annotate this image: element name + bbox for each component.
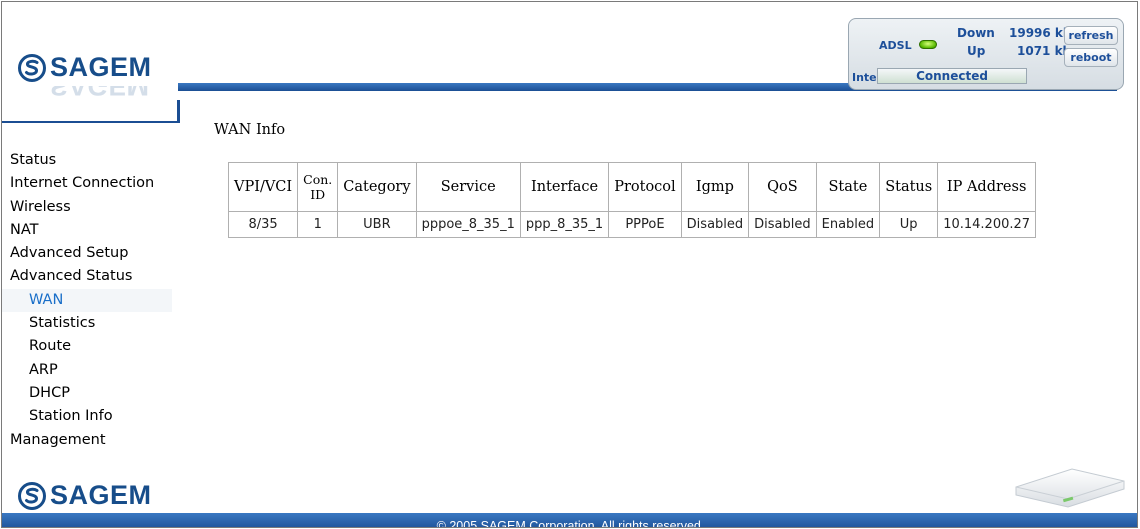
sidebar-item-nat[interactable]: NAT — [2, 219, 177, 242]
col-state: State — [815, 162, 881, 212]
cell-igmp: Disabled — [680, 211, 750, 238]
sidebar-item-route[interactable]: Route — [2, 335, 177, 358]
cell-vpi-vci: 8/35 — [227, 211, 299, 238]
col-qos: QoS — [748, 162, 817, 212]
connection-status: Connected — [877, 68, 1027, 84]
col-service: Service — [415, 162, 521, 212]
page-title: WAN Info — [214, 122, 286, 138]
up-label: Up — [967, 44, 986, 58]
col-category: Category — [337, 162, 417, 212]
col-vpi-vci: VPI/VCI — [227, 162, 299, 212]
cell-service: pppoe_8_35_1 — [415, 211, 521, 238]
refresh-button[interactable]: refresh — [1064, 26, 1118, 45]
sidebar-item-advanced-status[interactable]: Advanced Status — [2, 265, 177, 288]
logo-reflection: SAGEM — [18, 86, 188, 100]
down-label: Down — [957, 26, 995, 40]
header-corner-divider — [177, 100, 180, 123]
cell-protocol: PPPoE — [608, 211, 682, 238]
sidebar-item-station-info[interactable]: Station Info — [2, 405, 177, 428]
cell-state: Enabled — [815, 211, 881, 238]
wan-info-table: VPI/VCI Con. ID Category Service Interfa… — [227, 162, 1037, 238]
sidebar-item-advanced-setup[interactable]: Advanced Setup — [2, 242, 177, 265]
sidebar-item-dhcp[interactable]: DHCP — [2, 382, 177, 405]
sagem-logo-bottom: SAGEM — [18, 480, 188, 512]
sidebar-item-internet-connection[interactable]: Internet Connection — [2, 172, 177, 195]
cell-ip-address: 10.14.200.27 — [937, 211, 1037, 238]
adsl-label: ADSL — [879, 39, 912, 52]
cell-status: Up — [879, 211, 939, 238]
col-con-id-label: Con. ID — [303, 172, 333, 202]
footer-bar: © 2005 SAGEM Corporation. All rights res… — [2, 513, 1137, 528]
col-ip-address: IP Address — [937, 162, 1037, 212]
table-header-row: VPI/VCI Con. ID Category Service Interfa… — [227, 162, 1037, 212]
sidebar-item-wireless[interactable]: Wireless — [2, 196, 177, 219]
router-image-icon — [1015, 468, 1125, 508]
sidebar-nav: Status Internet Connection Wireless NAT … — [2, 149, 177, 452]
brand-name: SAGEM — [50, 52, 152, 82]
sidebar-item-status[interactable]: Status — [2, 149, 177, 172]
table-row: 8/35 1 UBR pppoe_8_35_1 ppp_8_35_1 PPPoE… — [227, 211, 1037, 238]
sidebar-item-statistics[interactable]: Statistics — [2, 312, 177, 335]
col-con-id: Con. ID — [297, 162, 339, 212]
sidebar-item-management[interactable]: Management — [2, 429, 177, 452]
col-igmp: Igmp — [680, 162, 750, 212]
cell-con-id: 1 — [297, 211, 339, 238]
col-protocol: Protocol — [608, 162, 682, 212]
sagem-logo-mark-icon — [18, 482, 46, 510]
cell-category: UBR — [337, 211, 417, 238]
page-frame: SAGEM SAGEM ADSL Internet Down 19996 kbp… — [1, 1, 1138, 528]
cell-interface: ppp_8_35_1 — [519, 211, 610, 238]
sidebar-top-divider — [2, 121, 177, 123]
cell-qos: Disabled — [748, 211, 817, 238]
adsl-led-icon — [919, 40, 937, 49]
sagem-logo-mark-icon — [18, 54, 46, 82]
sidebar-item-wan[interactable]: WAN — [2, 288, 172, 313]
sidebar-item-arp[interactable]: ARP — [2, 359, 177, 382]
col-status: Status — [879, 162, 939, 212]
brand-name-bottom: SAGEM — [50, 480, 152, 510]
reboot-button[interactable]: reboot — [1064, 48, 1118, 67]
footer-copyright: © 2005 SAGEM Corporation. All rights res… — [436, 519, 705, 528]
col-interface: Interface — [519, 162, 610, 212]
